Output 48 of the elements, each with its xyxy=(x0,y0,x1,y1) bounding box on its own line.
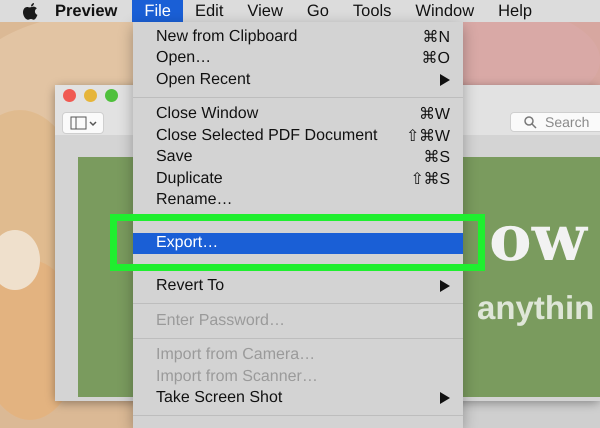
zoom-button[interactable] xyxy=(105,89,118,102)
menu-item[interactable]: Duplicate ⇧⌘S xyxy=(133,168,463,190)
menu-item[interactable]: Take Screen Shot xyxy=(133,388,463,409)
app-name[interactable]: Preview xyxy=(55,2,118,20)
shortcut-label: ⌘O xyxy=(422,49,450,68)
menu-bar-item[interactable]: Tools xyxy=(340,0,404,22)
menu-item-label: Duplicate xyxy=(156,170,224,188)
menu-item-label: Import from Camera… xyxy=(156,346,316,364)
menu-bar-item[interactable]: View xyxy=(235,0,295,22)
minimize-button[interactable] xyxy=(84,89,97,102)
document-subline: anythin xyxy=(477,291,594,324)
menu-item[interactable]: Export… xyxy=(133,232,463,254)
menu-item[interactable]: Close Selected PDF Document ⇧⌘W xyxy=(133,125,463,146)
search-icon xyxy=(524,116,537,129)
shortcut-label: ⌘W xyxy=(418,105,450,124)
shortcut-label: ⌘S xyxy=(423,148,450,168)
menu-item-label: Enter Password… xyxy=(156,312,286,330)
menu-item-label: Open Recent xyxy=(156,70,252,89)
menu-item-label: Close Window xyxy=(156,105,260,124)
menu-item-label: Open… xyxy=(156,49,212,68)
menu-item[interactable]: New from Clipboard ⌘N xyxy=(133,26,463,48)
menu-bar-item[interactable]: Edit xyxy=(182,0,236,22)
document-headline: ow xyxy=(489,207,587,271)
menu-item[interactable]: Open… ⌘O xyxy=(133,48,463,69)
close-button[interactable] xyxy=(63,89,76,102)
menu-item-label: Rename… xyxy=(156,191,234,210)
menu-bar-item[interactable]: Window xyxy=(403,0,486,22)
shortcut-label: ⇧⌘W xyxy=(406,126,450,146)
menu-item-label: Revert To xyxy=(156,277,226,296)
menu-item-label: Close Selected PDF Document xyxy=(156,126,378,145)
menu-item-label: Import from Scanner… xyxy=(156,368,319,386)
menu-bar-item[interactable]: File xyxy=(132,0,183,22)
search-field[interactable]: Search xyxy=(510,112,600,132)
shortcut-label: ⌘N xyxy=(422,28,450,47)
menu-item-label: New from Clipboard xyxy=(156,28,298,46)
menu-item[interactable]: Close Window ⌘W xyxy=(133,104,463,125)
menu-item-label: Save xyxy=(156,148,194,166)
menu-item[interactable]: Revert To xyxy=(133,276,463,297)
menu-item-label: Take Screen Shot xyxy=(156,389,284,408)
menu-item-label: Export… xyxy=(156,234,220,252)
menu-item[interactable]: Rename… xyxy=(133,190,463,211)
apple-logo-icon[interactable] xyxy=(22,2,39,20)
sidebar-button[interactable] xyxy=(62,112,104,134)
menu-bar-item[interactable]: Go xyxy=(294,0,341,22)
menu-bar-item[interactable]: Help xyxy=(486,0,544,22)
menu-item[interactable]: Save ⌘S xyxy=(133,146,463,168)
menu-item[interactable]: Open Recent xyxy=(133,69,463,90)
shortcut-label: ⇧⌘S xyxy=(410,170,450,189)
